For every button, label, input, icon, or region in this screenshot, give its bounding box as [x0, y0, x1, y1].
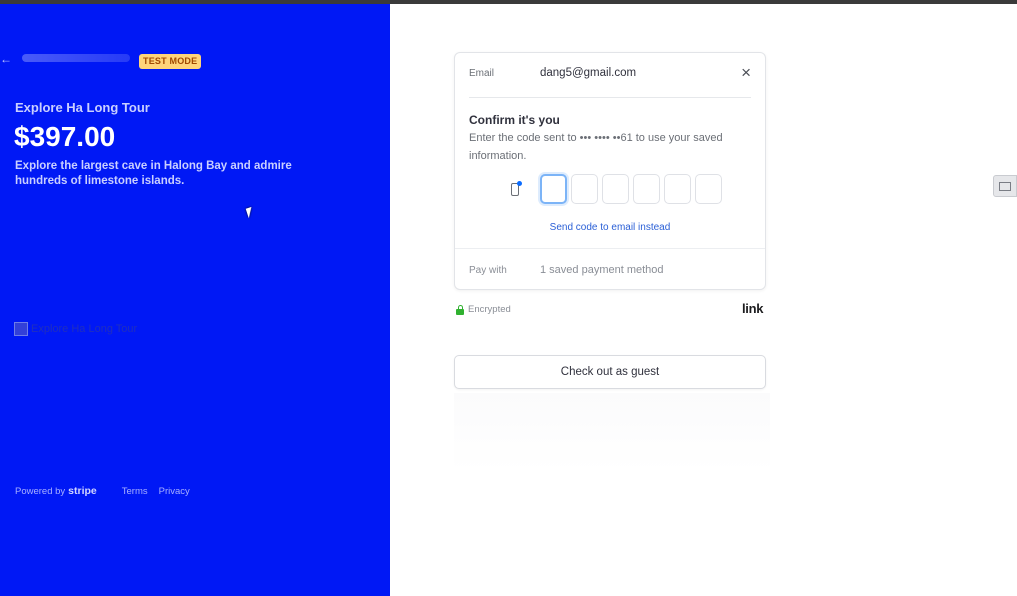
code-digit-input[interactable] — [695, 174, 722, 204]
code-digit-input[interactable] — [571, 174, 598, 204]
lock-icon — [456, 304, 464, 315]
verification-code-input — [510, 174, 722, 204]
footer-divider — [109, 486, 110, 497]
product-image: Explore Ha Long Tour — [14, 322, 137, 336]
terms-link[interactable]: Terms — [122, 486, 148, 497]
powered-by-text: Powered by — [15, 485, 66, 497]
link-logo: link — [742, 301, 764, 316]
pay-with-label: Pay with — [469, 264, 507, 276]
code-digit-input[interactable] — [664, 174, 691, 204]
code-digit-input[interactable] — [602, 174, 629, 204]
code-digit-input[interactable] — [633, 174, 660, 204]
email-row: Email dang5@gmail.com × — [469, 64, 751, 81]
link-auth-card: Email dang5@gmail.com × Confirm it's you… — [454, 52, 766, 290]
checkout-as-guest-button[interactable]: Check out as guest — [454, 355, 766, 389]
faded-form-area — [454, 393, 770, 473]
product-image-alt: Explore Ha Long Tour — [31, 323, 138, 335]
confirm-instructions: Enter the code sent to ••• •••• ••61 to … — [469, 132, 723, 162]
footer: Powered by stripe Terms Privacy — [15, 485, 201, 497]
encrypted-text: Encrypted — [468, 304, 511, 315]
code-digit-input[interactable] — [540, 174, 567, 204]
back-arrow-icon[interactable]: ← — [0, 52, 12, 66]
divider — [455, 248, 765, 249]
side-mail-button[interactable] — [993, 175, 1017, 197]
close-icon[interactable]: × — [741, 64, 751, 81]
product-description: Explore the largest cave in Halong Bay a… — [15, 160, 292, 187]
product-price: $397.00 — [14, 121, 116, 152]
encrypted-indicator: Encrypted — [456, 304, 511, 315]
divider — [469, 97, 751, 98]
product-name: Explore Ha Long Tour — [15, 100, 150, 115]
envelope-icon — [999, 181, 1011, 191]
privacy-link[interactable]: Privacy — [159, 486, 190, 497]
test-mode-badge: TEST MODE — [139, 54, 202, 69]
pay-with-value: 1 saved payment method — [540, 264, 664, 276]
phone-notification-icon — [510, 180, 522, 198]
pay-with-row: Pay with 1 saved payment method — [469, 264, 664, 276]
product-summary-panel: ← TEST MODE Explore Ha Long Tour $397.00… — [0, 4, 390, 596]
confirm-title: Confirm it's you — [469, 113, 560, 127]
merchant-name-blurred — [22, 54, 130, 62]
email-label: Email — [469, 67, 495, 79]
stripe-logo[interactable]: stripe — [68, 485, 97, 497]
broken-image-icon — [14, 322, 28, 336]
send-code-email-link[interactable]: Send code to email instead — [455, 222, 765, 233]
email-value: dang5@gmail.com — [540, 67, 637, 79]
